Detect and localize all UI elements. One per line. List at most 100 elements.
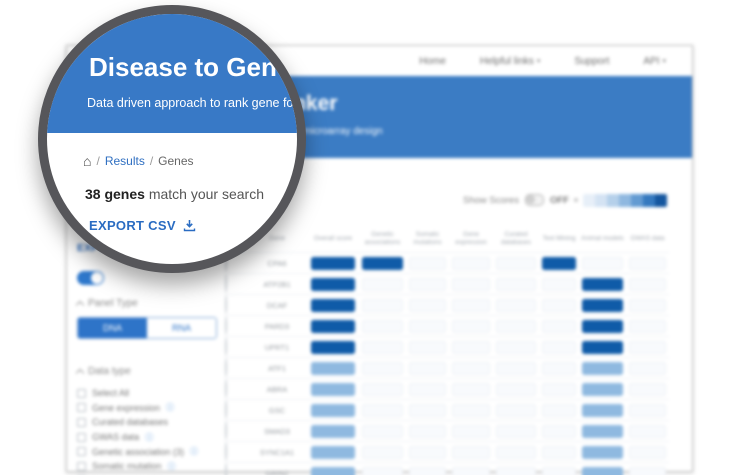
score-pill-light (582, 446, 622, 459)
score-cell (493, 404, 539, 417)
gene-name: GSC (247, 406, 307, 415)
score-pill-none (409, 299, 446, 312)
score-pill-dark (582, 320, 622, 333)
score-pill-none (629, 383, 666, 396)
score-cell (493, 383, 539, 396)
info-icon[interactable]: ⓘ (166, 402, 174, 413)
checkbox[interactable] (77, 389, 86, 398)
checkbox[interactable] (77, 447, 86, 456)
filter-item-gwas-data[interactable]: GWAS dataⓘ (77, 430, 227, 445)
home-icon[interactable]: ⌂ (83, 154, 91, 168)
gene-name: SYNC1A1 (247, 448, 307, 457)
score-pill-light (582, 404, 622, 417)
nav-item-support[interactable]: Support (574, 56, 609, 67)
row-select-cell (225, 275, 247, 293)
score-cell (493, 362, 539, 375)
screenshot-stage: Home Helpful links▾ Support API▾ Disease to… (0, 0, 736, 475)
score-pill-none (496, 257, 536, 270)
score-pill-none (629, 362, 666, 375)
score-cell (493, 467, 539, 475)
score-pill-none (452, 362, 490, 375)
info-icon[interactable]: ⓘ (168, 461, 176, 472)
toggle-knob (91, 272, 103, 284)
sidebar-toggle[interactable] (77, 271, 104, 285)
score-pill-none (629, 299, 666, 312)
info-icon[interactable]: ⓘ (190, 446, 198, 457)
row-select-cell (225, 464, 247, 475)
breadcrumb-results-link[interactable]: Results (105, 154, 145, 168)
panel-option-dna[interactable]: DNA (78, 318, 147, 338)
legend-color-step (643, 194, 655, 207)
row-checkbox[interactable] (225, 337, 227, 356)
filter-item-gene-expression[interactable]: Gene expressionⓘ (77, 401, 227, 416)
row-checkbox[interactable] (225, 421, 227, 440)
nav-item-helpful-links[interactable]: Helpful links▾ (480, 56, 540, 67)
nav-item-home[interactable]: Home (419, 56, 446, 67)
score-pill-light (582, 467, 622, 475)
checkbox[interactable] (77, 462, 86, 471)
row-checkbox[interactable] (225, 442, 227, 461)
score-pill-dark (362, 257, 402, 270)
score-cell (406, 467, 449, 475)
score-pill-none (362, 425, 402, 438)
score-cell (493, 425, 539, 438)
magnifier-circle: Disease to Gene Ranker Data driven appro… (38, 5, 306, 273)
score-cell (626, 383, 669, 396)
col-header: Gene expression (449, 231, 493, 247)
score-pill-light (311, 467, 356, 475)
score-cell (539, 320, 579, 333)
show-scores-toggle[interactable] (525, 194, 544, 206)
col-header: Genetic associations (359, 231, 406, 247)
score-cell (406, 320, 449, 333)
score-cell (626, 467, 669, 475)
score-cell (626, 320, 669, 333)
filter-item-curated-databases[interactable]: Curated databases (77, 415, 227, 430)
export-csv-button[interactable]: EXPORT CSV (89, 218, 196, 233)
row-checkbox[interactable] (225, 463, 227, 475)
gene-table: GeneOverall scoreGenetic associationsSom… (225, 225, 669, 475)
filter-item-select-all[interactable]: Select All (77, 386, 227, 401)
score-cell (493, 320, 539, 333)
score-pill-none (542, 362, 576, 375)
nav-item-api[interactable]: API▾ (643, 56, 666, 67)
table-row: ATP2B1 (225, 273, 669, 294)
score-cell (359, 383, 406, 396)
caret-down-icon: ▾ (662, 57, 666, 65)
filter-item-somatic-mutation[interactable]: Somatic mutation ⓘ (77, 459, 227, 474)
score-pill-none (452, 257, 490, 270)
score-pill-dark (311, 341, 356, 354)
match-count: 38 genes (85, 186, 145, 202)
score-pill-none (582, 257, 622, 270)
score-cell (579, 467, 626, 475)
panel-option-rna[interactable]: RNA (147, 318, 216, 338)
table-row: ABRA (225, 378, 669, 399)
info-icon[interactable]: ⓘ (145, 432, 153, 443)
checkbox[interactable] (77, 433, 86, 442)
checkbox[interactable] (77, 403, 86, 412)
gene-name: CPA6 (247, 259, 307, 268)
row-checkbox[interactable] (225, 358, 227, 377)
score-pill-none (542, 404, 576, 417)
row-checkbox[interactable] (225, 400, 227, 419)
data-type-header[interactable]: Data type (77, 366, 227, 377)
panel-type-header[interactable]: Panel Type (77, 298, 227, 309)
row-checkbox[interactable] (225, 379, 227, 398)
row-checkbox[interactable] (225, 316, 227, 335)
score-pill-none (362, 404, 402, 417)
score-pill-light (311, 425, 356, 438)
score-pill-none (362, 467, 402, 475)
col-header: Curated databases (493, 231, 539, 247)
score-pill-none (452, 341, 490, 354)
row-checkbox[interactable] (225, 295, 227, 314)
filter-item-genetic-association-3-[interactable]: Genetic association (3)ⓘ (77, 444, 227, 459)
score-pill-none (362, 278, 402, 291)
row-select-cell (225, 359, 247, 377)
checkbox[interactable] (77, 418, 86, 427)
table-row: PARD3 (225, 315, 669, 336)
table-header-row: GeneOverall scoreGenetic associationsSom… (225, 225, 669, 252)
row-checkbox[interactable] (225, 274, 227, 293)
score-cell (539, 299, 579, 312)
score-pill-none (452, 404, 490, 417)
filter-label: Somatic mutation (92, 461, 162, 471)
filter-label: Curated databases (92, 417, 168, 427)
